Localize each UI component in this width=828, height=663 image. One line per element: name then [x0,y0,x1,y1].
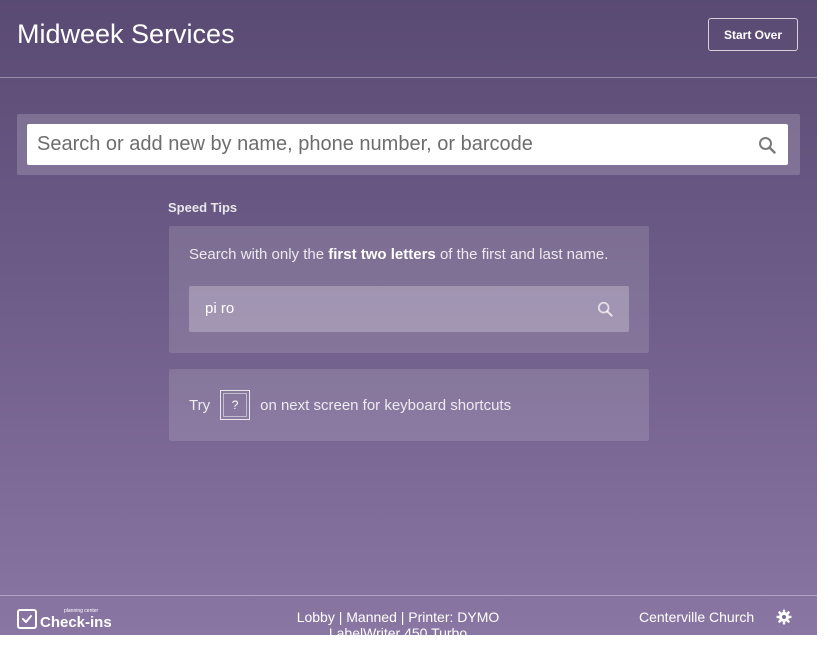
brand-text: planning center Check-ins [40,607,112,631]
footer: planning center Check-ins Lobby | Manned… [0,595,817,635]
search-icon[interactable] [758,136,776,154]
start-over-button[interactable]: Start Over [708,18,798,51]
search-icon [597,301,613,317]
question-key-icon: ? [220,390,251,420]
search-input[interactable] [27,124,727,165]
speed-tip-card: Search with only the first two letters o… [169,226,649,353]
speed-tips-heading: Speed Tips [168,200,238,215]
brand-logo: planning center Check-ins [17,608,112,630]
keyboard-tip-card: Try ? on next screen for keyboard shortc… [169,369,649,441]
tip-text-bold: first two letters [328,246,436,263]
tip-text-after: of the first and last name. [435,246,609,263]
keyboard-tip-after: on next screen for keyboard shortcuts [260,396,512,414]
gear-icon[interactable] [776,609,792,625]
page-title: Midweek Services [17,19,235,49]
example-search-box: pi ro [189,286,629,332]
organization-name: Centerville Church [639,609,755,625]
keyboard-tip-text: Try ? on next screen for keyboard shortc… [189,389,511,421]
brand-small-text: planning center [64,607,99,614]
station-info: Lobby | Manned | Printer: DYMO LabelWrit… [296,609,500,635]
keyboard-tip-before: Try [189,396,211,414]
example-search-value: pi ro [205,300,235,317]
search-panel [17,114,800,175]
checkmark-icon [17,609,37,629]
app-window: Midweek Services Start Over Speed Tips S… [0,0,817,635]
brand-name: Check-ins [40,613,112,631]
search-box[interactable] [27,124,788,165]
header: Midweek Services Start Over [0,0,817,78]
tip-text-before: Search with only the [189,246,329,263]
speed-tip-text: Search with only the first two letters o… [189,246,608,263]
